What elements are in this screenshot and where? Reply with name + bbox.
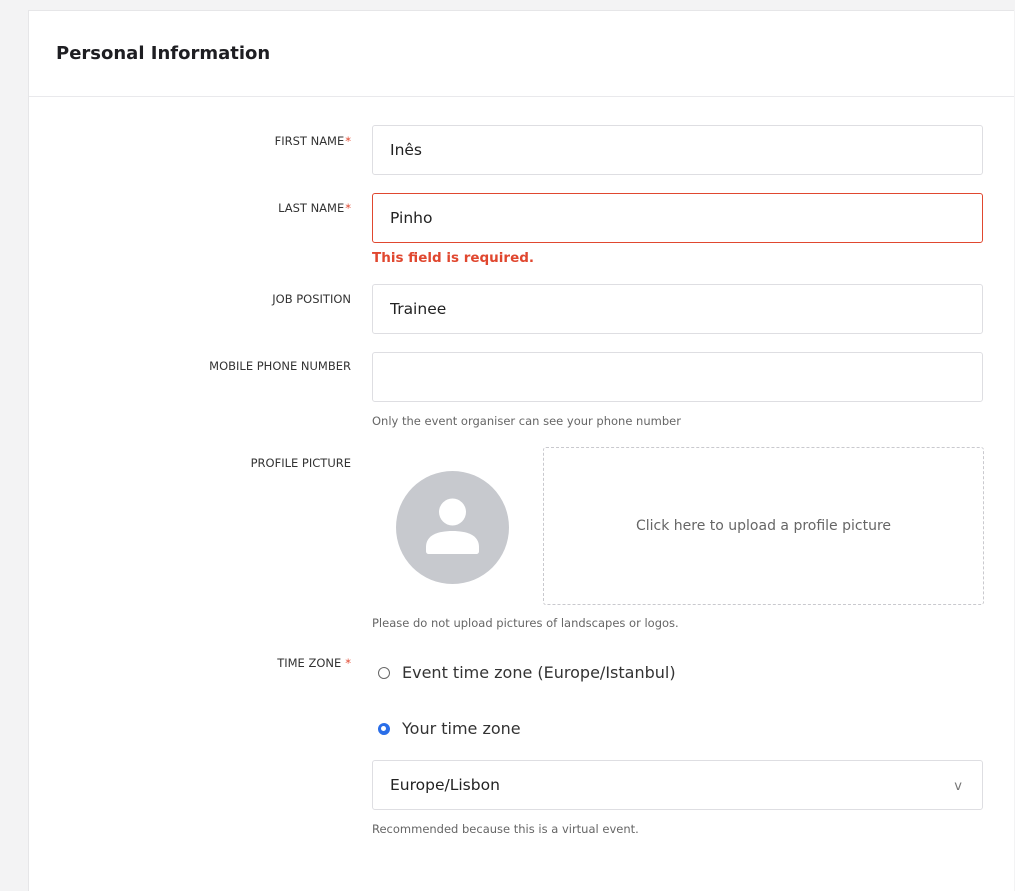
required-mark: *: [345, 201, 351, 215]
avatar-placeholder: [396, 471, 509, 584]
time-zone-hint: Recommended because this is a virtual ev…: [372, 822, 639, 836]
mobile-phone-hint: Only the event organiser can see your ph…: [372, 414, 681, 428]
section-title: Personal Information: [56, 43, 271, 64]
last-name-error: This field is required.: [372, 250, 535, 266]
radio-unchecked-icon[interactable]: [378, 666, 390, 679]
last-name-label-text: LAST NAME: [278, 201, 345, 215]
required-mark: *: [345, 656, 351, 670]
radio-checked-icon[interactable]: [378, 722, 390, 735]
job-position-label: JOB POSITION: [272, 292, 351, 306]
profile-picture-label: PROFILE PICTURE: [250, 456, 351, 470]
mobile-phone-label: MOBILE PHONE NUMBER: [209, 359, 351, 373]
time-zone-selected-value: Europe/Lisbon: [390, 776, 500, 794]
required-mark: *: [345, 134, 351, 148]
time-zone-label: TIME ZONE *: [277, 656, 351, 670]
time-zone-select[interactable]: Europe/Lisbon v: [372, 760, 983, 810]
personal-information-card: Personal Information FIRST NAME* LAST NA…: [28, 10, 1014, 891]
profile-picture-upload-zone[interactable]: Click here to upload a profile picture: [543, 447, 984, 605]
chevron-down-icon: v: [954, 778, 962, 794]
last-name-label: LAST NAME*: [278, 201, 351, 215]
job-position-input[interactable]: [372, 284, 983, 334]
person-placeholder-icon: [426, 498, 479, 554]
radio-event-time-zone-label: Event time zone (Europe/Istanbul): [402, 663, 676, 682]
last-name-input[interactable]: [372, 193, 983, 243]
first-name-label-text: FIRST NAME: [274, 134, 345, 148]
radio-event-time-zone[interactable]: Event time zone (Europe/Istanbul): [378, 663, 676, 682]
profile-picture-hint: Please do not upload pictures of landsca…: [372, 616, 679, 630]
time-zone-label-text: TIME ZONE: [277, 656, 342, 670]
card-header: Personal Information: [29, 11, 1014, 97]
first-name-label: FIRST NAME*: [275, 134, 351, 148]
first-name-input[interactable]: [372, 125, 983, 175]
radio-your-time-zone-label: Your time zone: [402, 719, 521, 738]
upload-prompt: Click here to upload a profile picture: [635, 518, 892, 534]
radio-your-time-zone[interactable]: Your time zone: [378, 719, 521, 738]
mobile-phone-input[interactable]: [372, 352, 983, 402]
